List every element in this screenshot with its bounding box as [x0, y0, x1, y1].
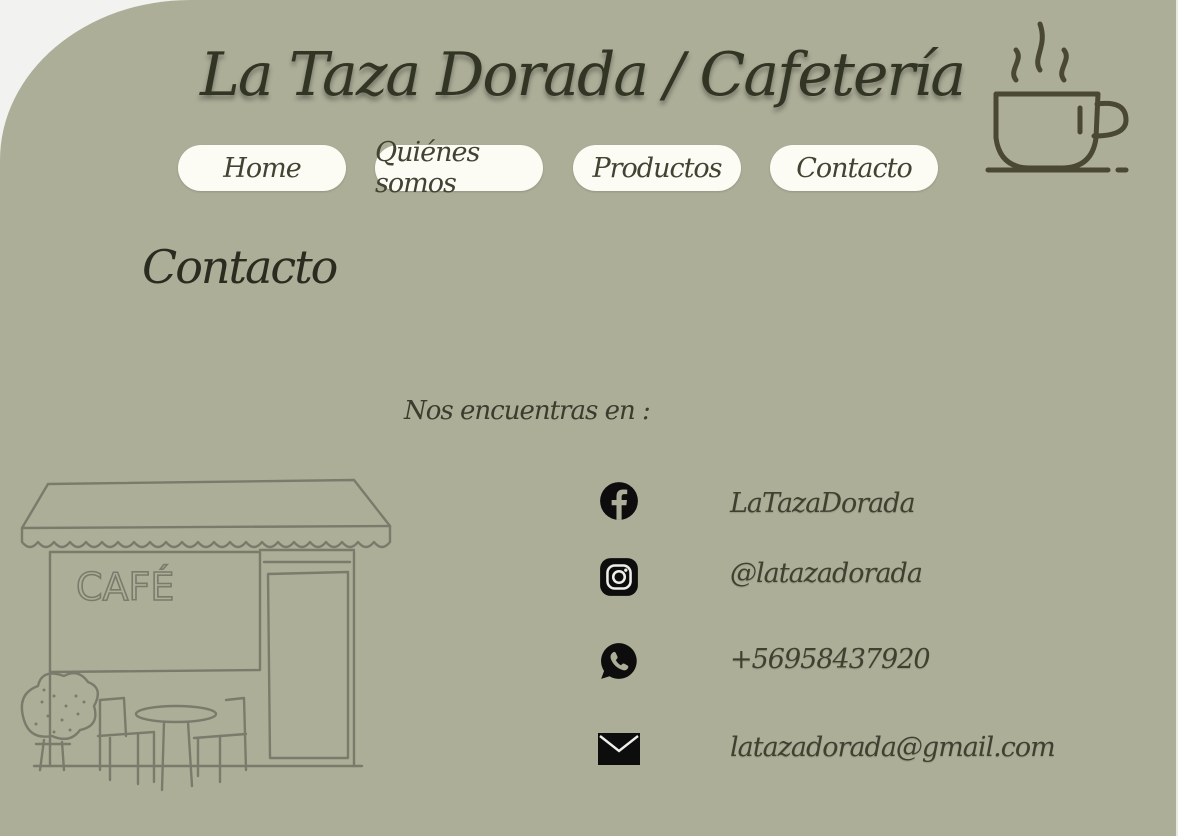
nav-home-button[interactable]: Home — [178, 145, 346, 191]
site-title: La Taza Dorada / Cafetería — [200, 40, 966, 110]
facebook-icon — [600, 482, 638, 520]
contact-instagram-row[interactable]: @latazadorada — [598, 556, 1018, 606]
contact-whatsapp-row[interactable]: +56958437920 — [598, 640, 1018, 690]
contact-facebook-value: LaTazaDorada — [730, 488, 916, 519]
coffee-cup-icon — [985, 21, 1129, 173]
mail-icon — [598, 733, 640, 765]
nav-contacto-button[interactable]: Contacto — [770, 145, 938, 191]
nav-quienes-somos-button[interactable]: Quiénes somos — [375, 137, 543, 199]
page-title: Contacto — [142, 240, 338, 294]
contact-whatsapp-value: +56958437920 — [730, 644, 931, 675]
whatsapp-icon — [601, 643, 637, 679]
contact-facebook-row[interactable]: LaTazaDorada — [598, 480, 1018, 530]
instagram-icon — [600, 558, 638, 596]
contact-email-row[interactable]: latazadorada@gmail.com — [598, 728, 1056, 778]
cafe-sign-text: CAFÉ — [76, 565, 174, 609]
find-us-heading: Nos encuentras en : — [404, 396, 651, 426]
contact-email-value: latazadorada@gmail.com — [730, 732, 1056, 763]
nav-productos-button[interactable]: Productos — [573, 145, 741, 191]
cafe-storefront-illustration: CAFÉ — [20, 478, 392, 792]
contact-instagram-value: @latazadorada — [730, 558, 923, 589]
